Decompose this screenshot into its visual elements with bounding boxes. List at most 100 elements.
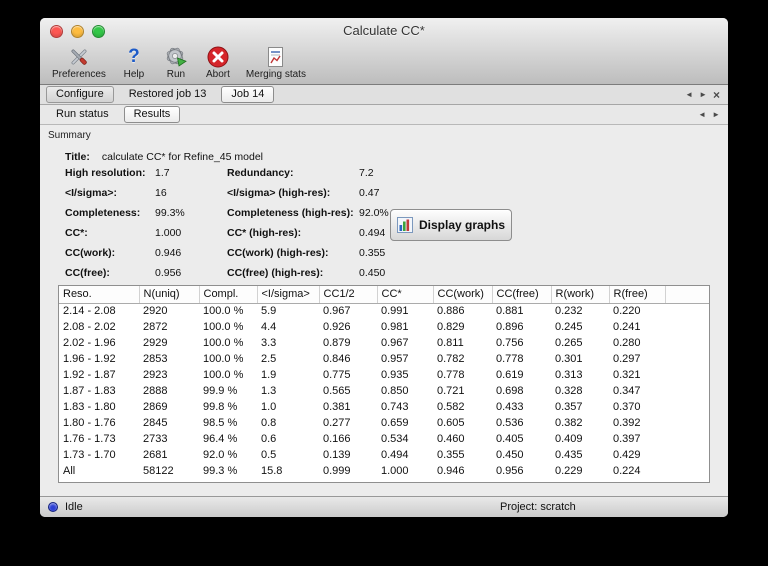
help-icon: ? xyxy=(128,46,140,67)
table-column-header[interactable]: Compl. xyxy=(199,286,258,304)
table-column-header[interactable]: R(free) xyxy=(609,286,666,304)
table-cell: 0.409 xyxy=(555,433,583,445)
close-window-button[interactable] xyxy=(50,25,63,38)
table-cell: 0.619 xyxy=(496,369,524,381)
summary-value: 0.956 xyxy=(155,267,182,279)
result-tab-controls: ◄ ► xyxy=(698,110,720,120)
table-cell: 0.782 xyxy=(437,353,465,365)
bar-chart-icon xyxy=(396,217,413,233)
summary-label: CC(work): xyxy=(65,247,116,259)
table-cell: 0.435 xyxy=(555,449,583,461)
table-column-header[interactable]: CC* xyxy=(377,286,434,304)
toolbar-button-abort[interactable]: Abort xyxy=(204,45,232,80)
summary-value: 16 xyxy=(155,187,167,199)
table-cell: 0.534 xyxy=(381,433,409,445)
summary-label: Completeness: xyxy=(65,207,141,219)
preferences-icon xyxy=(65,45,93,69)
toolbar-button-run[interactable]: Run xyxy=(162,45,190,80)
table-column-header[interactable]: R(work) xyxy=(551,286,610,304)
table-cell: 98.5 % xyxy=(203,417,238,429)
table-column-header[interactable]: N(uniq) xyxy=(139,286,200,304)
table-cell: 1.87 - 1.83 xyxy=(63,385,116,397)
table-cell: 0.382 xyxy=(555,417,583,429)
table-cell: 0.277 xyxy=(323,417,351,429)
table-cell: 1.000 xyxy=(381,465,409,477)
table-column-header[interactable]: CC(free) xyxy=(492,286,552,304)
tab-job-14[interactable]: Job 14 xyxy=(221,86,275,103)
table-cell: 0.536 xyxy=(496,417,524,429)
table-row[interactable]: 2.14 - 2.08 2920 100.0 % 5.9 0.967 0.991 0.886… xyxy=(59,303,709,319)
table-cell: 0.429 xyxy=(613,449,641,461)
table-cell: 0.721 xyxy=(437,385,465,397)
tab-close-icon[interactable]: × xyxy=(713,89,720,101)
table-cell: 0.743 xyxy=(381,401,409,413)
summary-label: CC(free) (high-res): xyxy=(227,267,324,279)
summary-value: 99.3% xyxy=(155,207,185,219)
tab-scroll-right-icon[interactable]: ► xyxy=(699,90,707,100)
table-row[interactable]: 1.80 - 1.76 2845 98.5 % 0.8 0.277 0.659 0.605 0… xyxy=(59,415,709,431)
table-cell: 0.433 xyxy=(496,401,524,413)
toolbar-button-label: Preferences xyxy=(52,69,106,80)
table-column-header[interactable]: CC1/2 xyxy=(319,286,378,304)
window-titlebar[interactable]: Calculate CC* xyxy=(40,18,728,44)
table-row[interactable]: All 58122 99.3 % 15.8 0.999 1.000 0.946 0.956 0.… xyxy=(59,463,709,479)
project-label: Project: scratch xyxy=(500,501,576,513)
tab-scroll-right-icon[interactable]: ► xyxy=(712,110,720,120)
table-cell: 0.301 xyxy=(555,353,583,365)
table-cell: 0.392 xyxy=(613,417,641,429)
status-bar: Idle Project: scratch xyxy=(40,496,728,517)
tab-scroll-left-icon[interactable]: ◄ xyxy=(698,110,706,120)
table-column-header[interactable]: Reso. xyxy=(59,286,140,304)
table-cell: 0.957 xyxy=(381,353,409,365)
toolbar-button-preferences[interactable]: Preferences xyxy=(52,45,106,80)
merging-stats-icon xyxy=(262,45,290,69)
table-cell: 1.83 - 1.80 xyxy=(63,401,116,413)
table-cell: 2.02 - 1.96 xyxy=(63,337,116,349)
table-cell-filler xyxy=(665,415,709,431)
zoom-window-button[interactable] xyxy=(92,25,105,38)
table-cell: 2872 xyxy=(143,321,168,333)
job-tabs: Configure Restored job 13 Job 14 xyxy=(46,86,685,103)
table-cell-filler xyxy=(665,383,709,399)
table-cell: 0.956 xyxy=(496,465,524,477)
display-graphs-button[interactable]: Display graphs xyxy=(390,209,512,241)
tab-scroll-left-icon[interactable]: ◄ xyxy=(685,90,693,100)
table-row[interactable]: 1.92 - 1.87 2923 100.0 % 1.9 0.775 0.935 0.778… xyxy=(59,367,709,383)
table-cell: 0.347 xyxy=(613,385,641,397)
table-row[interactable]: 1.96 - 1.92 2853 100.0 % 2.5 0.846 0.957 0.782… xyxy=(59,351,709,367)
table-cell: 2845 xyxy=(143,417,168,429)
summary-value: 0.450 xyxy=(359,267,386,279)
table-row[interactable]: 1.87 - 1.83 2888 99.9 % 1.3 0.565 0.850 0.721 0… xyxy=(59,383,709,399)
table-cell: 0.280 xyxy=(613,337,641,349)
table-column-header[interactable]: <I/sigma> xyxy=(257,286,320,304)
table-cell: 2853 xyxy=(143,353,168,365)
subtab-results[interactable]: Results xyxy=(123,106,181,123)
table-row[interactable]: 2.08 - 2.02 2872 100.0 % 4.4 0.926 0.981 0.829… xyxy=(59,319,709,335)
results-panel: Title: calculate CC* for Refine_45 model… xyxy=(40,143,728,496)
toolbar-button-help[interactable]: ? Help xyxy=(120,45,148,80)
toolbar-button-merging-stats[interactable]: Merging stats xyxy=(246,45,306,80)
table-row[interactable]: 2.02 - 1.96 2929 100.0 % 3.3 0.879 0.967 0.811… xyxy=(59,335,709,351)
window-header: Calculate CC* Preferences ? Help Run Abort Me… xyxy=(40,18,728,85)
tab-configure[interactable]: Configure xyxy=(46,86,114,103)
table-row[interactable]: 1.83 - 1.80 2869 99.8 % 1.0 0.381 0.743 0.582 0… xyxy=(59,399,709,415)
table-cell: 1.0 xyxy=(261,401,277,413)
table-cell: 4.4 xyxy=(261,321,277,333)
table-cell-filler xyxy=(665,335,709,351)
toolbar: Preferences ? Help Run Abort Merging stats xyxy=(40,44,728,84)
table-cell: 99.8 % xyxy=(203,401,238,413)
status-indicator xyxy=(48,502,58,512)
subtab-run-status[interactable]: Run status xyxy=(46,106,119,123)
minimize-window-button[interactable] xyxy=(71,25,84,38)
result-tabs: Run status Results xyxy=(46,106,698,123)
table-column-header[interactable]: CC(work) xyxy=(433,286,493,304)
table-cell: 0.397 xyxy=(613,433,641,445)
summary-label: CC(work) (high-res): xyxy=(227,247,329,259)
table-row[interactable]: 1.73 - 1.70 2681 92.0 % 0.5 0.139 0.494 0.355 0… xyxy=(59,447,709,463)
job-tab-bar: Configure Restored job 13 Job 14 ◄ ► × xyxy=(40,85,728,105)
table-cell: 1.96 - 1.92 xyxy=(63,353,116,365)
tab-restored-job-13[interactable]: Restored job 13 xyxy=(119,86,217,103)
table-row[interactable]: 1.76 - 1.73 2733 96.4 % 0.6 0.166 0.534 0.460 0… xyxy=(59,431,709,447)
table-cell: 0.229 xyxy=(555,465,583,477)
window-title: Calculate CC* xyxy=(343,23,425,38)
